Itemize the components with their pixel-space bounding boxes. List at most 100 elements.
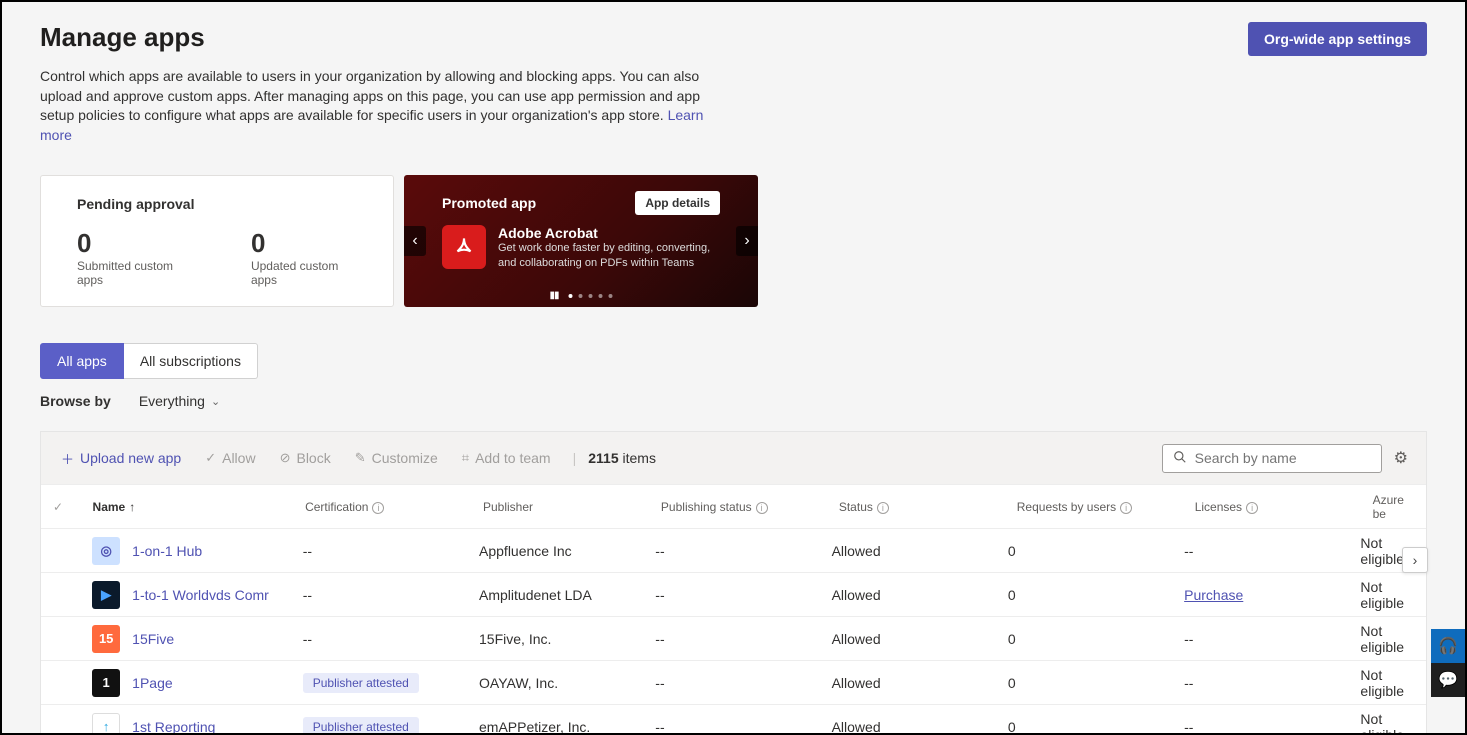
promo-prev-button[interactable]: ‹ [404, 226, 426, 256]
info-icon[interactable]: i [877, 502, 889, 514]
column-cert-header[interactable]: Certificationi [305, 500, 483, 514]
cell-licenses: -- [1184, 631, 1360, 647]
app-icon: ↑ [92, 713, 120, 733]
apps-table: ＋ Upload new app ✓ Allow ⊘ Block ✎ Custo… [40, 431, 1427, 733]
cell-certification: -- [303, 587, 479, 603]
customize-button[interactable]: ✎ Customize [345, 444, 448, 472]
updated-label: Updated custom apps [251, 259, 357, 287]
cell-licenses: -- [1184, 719, 1360, 733]
app-icon: 1 [92, 669, 120, 697]
app-name-link[interactable]: 1-on-1 Hub [132, 543, 202, 559]
cell-publishing-status: -- [655, 719, 831, 733]
cell-requests: 0 [1008, 719, 1184, 733]
app-icon: ▶ [92, 581, 120, 609]
pending-title: Pending approval [77, 196, 357, 212]
page-description: Control which apps are available to user… [40, 67, 730, 145]
cell-requests: 0 [1008, 675, 1184, 691]
table-header: ✓ Name ↑ Certificationi Publisher Publis… [41, 484, 1426, 528]
cell-publisher: emAPPetizer, Inc. [479, 719, 655, 733]
team-icon: ⌗ [462, 450, 469, 466]
cell-publishing-status: -- [655, 675, 831, 691]
cell-status: Allowed [832, 675, 1008, 691]
search-icon [1173, 450, 1187, 467]
browse-by-dropdown[interactable]: Everything ⌄ [139, 393, 220, 409]
table-row[interactable]: ◎ 1-on-1 Hub -- Appfluence Inc -- Allowe… [41, 528, 1426, 572]
purchase-link[interactable]: Purchase [1184, 587, 1243, 603]
tab-all-apps[interactable]: All apps [40, 343, 124, 379]
chat-icon: 💬 [1438, 670, 1458, 690]
cell-azure: Not eligible [1360, 667, 1414, 699]
cell-certification: -- [303, 631, 479, 647]
column-pubstatus-header[interactable]: Publishing statusi [661, 500, 839, 514]
pencil-icon: ✎ [355, 450, 366, 466]
promo-app-desc: Get work done faster by editing, convert… [498, 241, 720, 270]
pause-icon[interactable]: ▮▮ [549, 290, 558, 301]
cell-publishing-status: -- [655, 587, 831, 603]
table-row[interactable]: 15 15Five -- 15Five, Inc. -- Allowed 0 -… [41, 616, 1426, 660]
app-name-link[interactable]: 1Page [132, 675, 172, 691]
cell-azure: Not eligible [1360, 623, 1414, 655]
cell-requests: 0 [1008, 543, 1184, 559]
page-title: Manage apps [40, 22, 730, 53]
cell-licenses: -- [1184, 675, 1360, 691]
cell-requests: 0 [1008, 631, 1184, 647]
publisher-attested-badge: Publisher attested [303, 673, 419, 693]
upload-new-app-button[interactable]: ＋ Upload new app [51, 443, 191, 474]
chevron-down-icon: ⌄ [211, 395, 220, 408]
info-icon[interactable]: i [1120, 502, 1132, 514]
plus-icon: ＋ [61, 449, 74, 468]
table-settings-button[interactable]: ⚙ [1386, 442, 1416, 474]
cell-publisher: OAYAW, Inc. [479, 675, 655, 691]
app-name-link[interactable]: 1-to-1 Worldvds Comr [132, 587, 269, 603]
item-count: 2115 items [588, 450, 656, 466]
column-status-header[interactable]: Statusi [839, 500, 1017, 514]
browse-by-label: Browse by [40, 393, 111, 409]
publisher-attested-badge: Publisher attested [303, 717, 419, 733]
block-icon: ⊘ [280, 450, 291, 466]
scroll-right-button[interactable]: › [1402, 547, 1428, 573]
app-name-link[interactable]: 15Five [132, 631, 174, 647]
cell-licenses: -- [1184, 543, 1360, 559]
cell-status: Allowed [832, 587, 1008, 603]
info-icon[interactable]: i [756, 502, 768, 514]
column-licenses-header[interactable]: Licensesi [1195, 500, 1373, 514]
select-all-checkbox[interactable]: ✓ [53, 500, 63, 514]
promo-app-title: Adobe Acrobat [498, 225, 720, 241]
cell-publisher: Amplitudenet LDA [479, 587, 655, 603]
app-icon: 15 [92, 625, 120, 653]
column-publisher-header[interactable]: Publisher [483, 500, 661, 514]
search-input[interactable] [1162, 444, 1382, 473]
cell-requests: 0 [1008, 587, 1184, 603]
table-row[interactable]: ↑ 1st Reporting Publisher attested emAPP… [41, 704, 1426, 733]
sort-ascending-icon: ↑ [129, 500, 135, 514]
feedback-widget-button[interactable]: 💬 [1431, 663, 1465, 697]
help-widget-button[interactable]: 🎧 [1431, 629, 1465, 663]
allow-button[interactable]: ✓ Allow [195, 444, 265, 472]
headset-icon: 🎧 [1438, 636, 1458, 656]
info-icon[interactable]: i [372, 502, 384, 514]
column-requests-header[interactable]: Requests by usersi [1017, 500, 1195, 514]
app-details-button[interactable]: App details [635, 191, 720, 215]
app-name-link[interactable]: 1st Reporting [132, 719, 215, 733]
column-azure-header[interactable]: Azure be [1373, 493, 1414, 521]
column-name-header[interactable]: Name ↑ [93, 500, 306, 514]
tab-all-subscriptions[interactable]: All subscriptions [124, 343, 258, 379]
add-to-team-button[interactable]: ⌗ Add to team [452, 444, 561, 472]
cell-publisher: Appfluence Inc [479, 543, 655, 559]
acrobat-icon [442, 225, 486, 269]
cell-publishing-status: -- [655, 631, 831, 647]
promo-next-button[interactable]: › [736, 226, 758, 256]
cell-publisher: 15Five, Inc. [479, 631, 655, 647]
submitted-count: 0 [77, 228, 191, 259]
promo-pagination[interactable]: ▮▮ [549, 290, 612, 301]
info-icon[interactable]: i [1246, 502, 1258, 514]
gear-icon: ⚙ [1394, 450, 1408, 467]
table-row[interactable]: ▶ 1-to-1 Worldvds Comr -- Amplitudenet L… [41, 572, 1426, 616]
updated-count: 0 [251, 228, 357, 259]
org-wide-settings-button[interactable]: Org-wide app settings [1248, 22, 1427, 56]
table-row[interactable]: 1 1Page Publisher attested OAYAW, Inc. -… [41, 660, 1426, 704]
cell-status: Allowed [832, 719, 1008, 733]
block-button[interactable]: ⊘ Block [270, 444, 341, 472]
cell-status: Allowed [832, 631, 1008, 647]
cell-status: Allowed [832, 543, 1008, 559]
